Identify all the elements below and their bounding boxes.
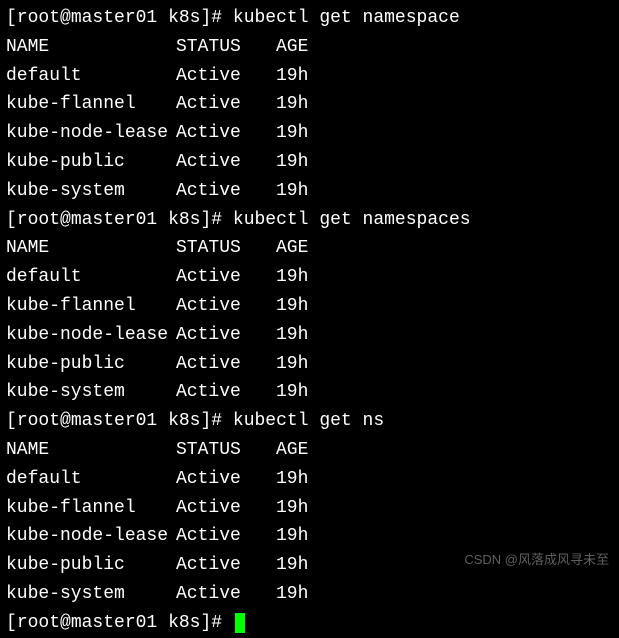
cell-age: 19h <box>276 90 308 119</box>
table-row: kube-node-leaseActive19h <box>6 119 613 148</box>
prompt-line[interactable]: [root@master01 k8s]# kubectl get namespa… <box>6 206 613 235</box>
table-row: kube-node-leaseActive19h <box>6 522 613 551</box>
cell-status: Active <box>176 177 276 206</box>
cell-name: default <box>6 263 176 292</box>
prompt-path: k8s <box>168 411 200 431</box>
header-name: NAME <box>6 234 176 263</box>
header-status: STATUS <box>176 436 276 465</box>
cell-status: Active <box>176 148 276 177</box>
table-row: kube-flannelActive19h <box>6 292 613 321</box>
cell-age: 19h <box>276 494 308 523</box>
cell-name: kube-node-lease <box>6 321 176 350</box>
cell-name: default <box>6 465 176 494</box>
cell-age: 19h <box>276 119 308 148</box>
table-row: kube-systemActive19h <box>6 177 613 206</box>
prompt-line[interactable]: [root@master01 k8s]# kubectl get ns <box>6 407 613 436</box>
cell-name: kube-flannel <box>6 292 176 321</box>
cell-age: 19h <box>276 292 308 321</box>
table-row: defaultActive19h <box>6 465 613 494</box>
cell-age: 19h <box>276 148 308 177</box>
cell-age: 19h <box>276 465 308 494</box>
prompt-userhost: root@master01 <box>17 8 157 28</box>
cell-age: 19h <box>276 378 308 407</box>
cell-status: Active <box>176 551 276 580</box>
table-row: kube-publicActive19h <box>6 350 613 379</box>
prompt-userhost: root@master01 <box>17 411 157 431</box>
cell-status: Active <box>176 90 276 119</box>
cell-status: Active <box>176 465 276 494</box>
prompt-symbol: # <box>211 210 222 230</box>
table-row: defaultActive19h <box>6 62 613 91</box>
cell-name: kube-node-lease <box>6 522 176 551</box>
table-row: kube-flannelActive19h <box>6 90 613 119</box>
header-status: STATUS <box>176 234 276 263</box>
cell-name: kube-system <box>6 177 176 206</box>
cell-age: 19h <box>276 551 308 580</box>
cell-name: kube-public <box>6 148 176 177</box>
cell-status: Active <box>176 494 276 523</box>
cell-name: kube-public <box>6 551 176 580</box>
prompt-line[interactable]: [root@master01 k8s]# kubectl get namespa… <box>6 4 613 33</box>
cell-age: 19h <box>276 522 308 551</box>
header-name: NAME <box>6 436 176 465</box>
cell-name: kube-system <box>6 580 176 609</box>
watermark-text: CSDN @风落成风寻未至 <box>464 550 609 571</box>
cell-name: default <box>6 62 176 91</box>
cell-name: kube-system <box>6 378 176 407</box>
table-header: NAMESTATUSAGE <box>6 33 613 62</box>
cell-status: Active <box>176 263 276 292</box>
prompt-symbol: # <box>211 8 222 28</box>
table-row: kube-systemActive19h <box>6 378 613 407</box>
cell-name: kube-node-lease <box>6 119 176 148</box>
cell-status: Active <box>176 522 276 551</box>
table-row: kube-node-leaseActive19h <box>6 321 613 350</box>
prompt-line-active[interactable]: [root@master01 k8s]# <box>6 609 613 638</box>
header-name: NAME <box>6 33 176 62</box>
table-row: kube-systemActive19h <box>6 580 613 609</box>
cursor-icon <box>235 613 245 633</box>
table-row: defaultActive19h <box>6 263 613 292</box>
prompt-path: k8s <box>168 210 200 230</box>
cell-name: kube-flannel <box>6 494 176 523</box>
cell-age: 19h <box>276 177 308 206</box>
table-row: kube-flannelActive19h <box>6 494 613 523</box>
cell-name: kube-public <box>6 350 176 379</box>
header-age: AGE <box>276 33 308 62</box>
cell-status: Active <box>176 580 276 609</box>
cell-status: Active <box>176 378 276 407</box>
prompt-symbol: # <box>211 411 222 431</box>
cell-name: kube-flannel <box>6 90 176 119</box>
prompt-userhost: root@master01 <box>17 613 157 633</box>
table-row: kube-publicActive19h <box>6 148 613 177</box>
prompt-path: k8s <box>168 613 200 633</box>
cell-age: 19h <box>276 580 308 609</box>
table-header: NAMESTATUSAGE <box>6 234 613 263</box>
prompt-userhost: root@master01 <box>17 210 157 230</box>
command-text: kubectl get namespace <box>233 8 460 28</box>
header-age: AGE <box>276 234 308 263</box>
command-text: kubectl get namespaces <box>233 210 471 230</box>
cell-status: Active <box>176 350 276 379</box>
cell-status: Active <box>176 119 276 148</box>
cell-status: Active <box>176 321 276 350</box>
cell-age: 19h <box>276 350 308 379</box>
cell-age: 19h <box>276 263 308 292</box>
cell-age: 19h <box>276 62 308 91</box>
command-text: kubectl get ns <box>233 411 384 431</box>
header-status: STATUS <box>176 33 276 62</box>
cell-status: Active <box>176 292 276 321</box>
header-age: AGE <box>276 436 308 465</box>
prompt-path: k8s <box>168 8 200 28</box>
table-header: NAMESTATUSAGE <box>6 436 613 465</box>
prompt-symbol: # <box>211 613 222 633</box>
cell-status: Active <box>176 62 276 91</box>
cell-age: 19h <box>276 321 308 350</box>
